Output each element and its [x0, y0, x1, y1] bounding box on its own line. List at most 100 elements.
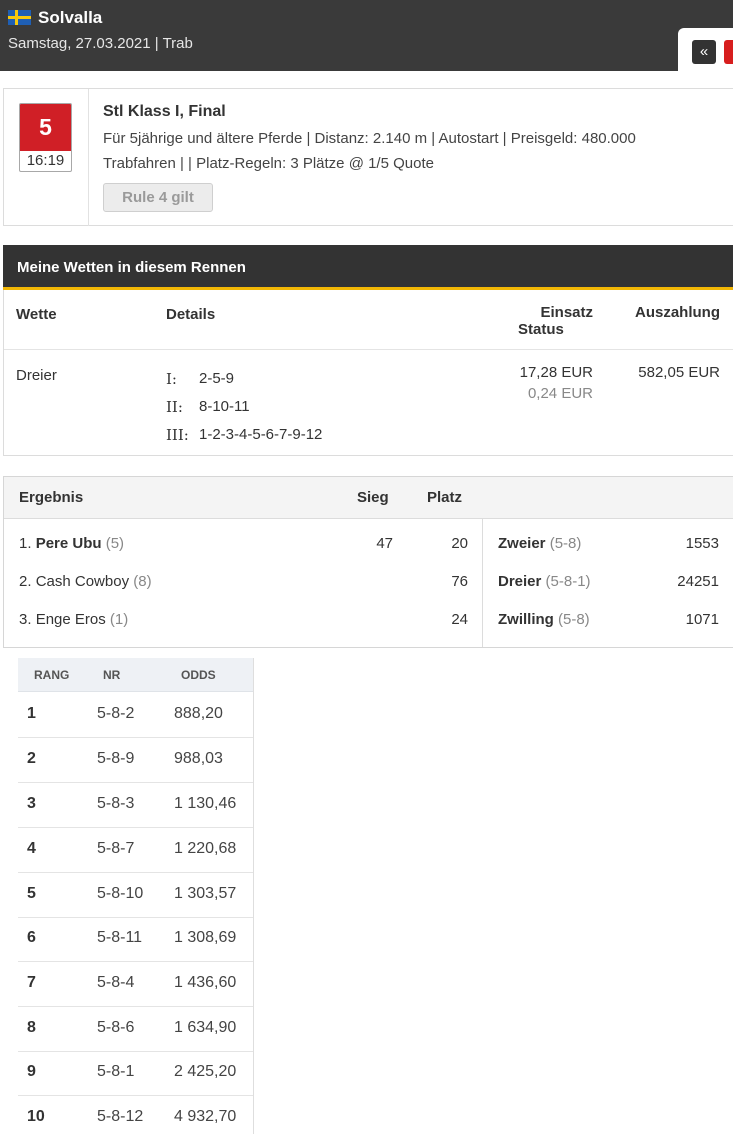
result-platz: 24	[451, 611, 468, 628]
horse-name: Pere Ubu	[35, 535, 102, 552]
exotic-name: Zweier	[498, 535, 546, 552]
odds-value: 988,03	[174, 750, 223, 767]
horse-number: (5)	[105, 535, 125, 552]
odds-combo: 5-8-6	[97, 1019, 135, 1036]
odds-combo: 5-8-11	[97, 929, 143, 946]
odds-rank: 7	[27, 974, 36, 991]
my-bets-table	[3, 290, 733, 456]
col-details: Details	[166, 306, 216, 323]
bet-type: Dreier	[16, 367, 57, 384]
odds-combo: 5-8-4	[97, 974, 135, 991]
col-ergebnis: Ergebnis	[19, 489, 84, 506]
result-position: 3.	[19, 611, 32, 628]
odds-value: 1 220,68	[174, 840, 237, 857]
result-sieg: 47	[376, 535, 393, 552]
rule4-button[interactable]: Rule 4 gilt	[103, 183, 213, 212]
bet-stake: 17,28 EUR	[519, 364, 593, 381]
results-divider	[482, 518, 483, 647]
leg-value: 1-2-3-4-5-6-7-9-12	[199, 426, 323, 443]
odds-value: 2 425,20	[174, 1063, 237, 1080]
exotic-value: 24251	[677, 573, 719, 590]
track-header: Solvalla Samstag, 27.03.2021 | Trab	[0, 0, 733, 71]
my-bets-header: Meine Wetten in diesem Rennen	[3, 245, 733, 290]
result-platz: 76	[451, 573, 468, 590]
col-status: Status	[518, 321, 564, 338]
odds-value: 1 308,69	[174, 929, 237, 946]
odds-combo: 5-8-9	[97, 750, 135, 767]
table-row: 4 5-8-7 1 220,68	[18, 827, 253, 873]
exotic-combo: (5-8)	[549, 535, 582, 552]
leg-label: II:	[166, 398, 183, 416]
horse-number: (1)	[109, 611, 129, 628]
odds-value: 1 436,60	[174, 974, 237, 991]
odds-rank: 10	[27, 1108, 45, 1125]
result-row: 3. Enge Eros (1)	[19, 611, 128, 628]
race-title: Stl Klass I, Final	[103, 103, 226, 120]
odds-rank: 8	[27, 1019, 36, 1036]
odds-rank: 2	[27, 750, 36, 767]
odds-rank: 3	[27, 795, 36, 812]
result-row: 1. Pere Ubu (5)	[19, 535, 124, 552]
odds-rank: 6	[27, 929, 36, 946]
odds-value: 1 130,46	[174, 795, 237, 812]
next-button[interactable]	[724, 40, 733, 64]
table-row: 7 5-8-4 1 436,60	[18, 961, 253, 1007]
odds-combo: 5-8-7	[97, 840, 135, 857]
table-row: 1 5-8-2 888,20	[18, 692, 253, 738]
result-platz: 20	[451, 535, 468, 552]
odds-rank: 5	[27, 885, 36, 902]
table-row: 3 5-8-3 1 130,46	[18, 782, 253, 828]
odds-rank: 9	[27, 1063, 36, 1080]
exotic-bet: Zweier (5-8)	[498, 535, 581, 552]
exotic-bet: Dreier (5-8-1)	[498, 573, 591, 590]
table-row: 10 5-8-12 4 932,70	[18, 1095, 253, 1140]
odds-rank: 1	[27, 705, 36, 722]
col-odds: ODDS	[181, 668, 216, 682]
exotic-name: Dreier	[498, 573, 542, 590]
leg-value: 2-5-9	[199, 370, 235, 387]
date-line: Samstag, 27.03.2021 | Trab	[8, 35, 193, 52]
result-position: 2.	[19, 573, 32, 590]
horse-number: (8)	[133, 573, 152, 590]
race-divider	[88, 89, 89, 226]
bet-status: 0,24 EUR	[527, 385, 593, 402]
race-conditions: Für 5jährige und ältere Pferde | Distanz…	[103, 130, 636, 147]
track-name: Solvalla	[38, 8, 103, 27]
bet-payout: 582,05 EUR	[638, 364, 720, 381]
race-badge: 5 16:19	[19, 103, 72, 172]
exotic-value: 1071	[685, 611, 719, 628]
odds-combo: 5-8-10	[97, 885, 144, 902]
odds-combo: 5-8-3	[97, 795, 135, 812]
odds-value: 888,20	[174, 705, 223, 722]
odds-value: 1 303,57	[174, 885, 237, 902]
bets-divider	[4, 349, 733, 350]
exotic-value: 1553	[685, 535, 719, 552]
result-row: 2. Cash Cowboy (8)	[19, 573, 152, 590]
exotic-combo: (5-8-1)	[545, 573, 591, 590]
col-sieg: Sieg	[357, 489, 389, 506]
table-row: 9 5-8-1 2 425,20	[18, 1050, 253, 1096]
col-wette: Wette	[16, 306, 57, 323]
leg-value: 8-10-11	[199, 398, 250, 415]
exotic-combo: (5-8)	[558, 611, 590, 628]
table-row: 8 5-8-6 1 634,90	[18, 1006, 253, 1052]
exotic-name: Zwilling	[498, 611, 554, 628]
race-rules: Trabfahren | | Platz-Regeln: 3 Plätze @ …	[103, 155, 434, 172]
odds-combo: 5-8-1	[97, 1063, 135, 1080]
horse-name: Enge Eros	[35, 611, 106, 628]
race-number: 5	[20, 104, 71, 151]
odds-rank: 4	[27, 840, 36, 857]
table-row: 6 5-8-11 1 308,69	[18, 916, 253, 962]
table-row: 2 5-8-9 988,03	[18, 737, 253, 783]
previous-button[interactable]: «	[692, 40, 716, 64]
col-einsatz: Einsatz	[540, 304, 593, 321]
odds-combo: 5-8-12	[97, 1108, 144, 1125]
sweden-flag-icon	[8, 10, 31, 25]
horse-name: Cash Cowboy	[35, 573, 130, 590]
odds-value: 4 932,70	[174, 1108, 237, 1125]
exotic-bet: Zwilling (5-8)	[498, 611, 590, 628]
odds-value: 1 634,90	[174, 1019, 237, 1036]
col-platz: Platz	[427, 489, 463, 506]
col-nr: NR	[103, 668, 121, 682]
leg-label: III:	[166, 426, 189, 444]
